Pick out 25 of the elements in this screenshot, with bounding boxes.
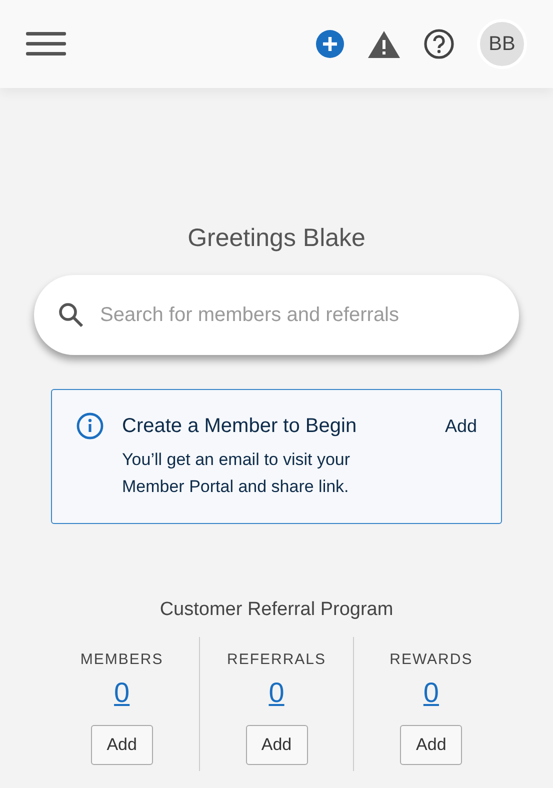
card-title: Create a Member to Begin	[122, 414, 358, 439]
stat-count-link[interactable]: 0	[114, 673, 130, 713]
alert-button[interactable]	[367, 29, 401, 59]
section-title: Customer Referral Program	[158, 598, 394, 622]
search-icon	[58, 302, 84, 328]
stat-label: REWARDS	[390, 650, 473, 670]
add-button[interactable]: Add	[400, 725, 462, 765]
avatar-button[interactable]: BB	[477, 19, 527, 69]
warning-icon	[367, 29, 401, 59]
greeting: Greetings Blake	[186, 223, 366, 253]
help-button[interactable]	[423, 28, 455, 60]
add-button[interactable]: Add	[90, 725, 153, 765]
add-button[interactable]	[315, 29, 345, 59]
stat-count-link[interactable]: 0	[268, 673, 284, 713]
stat-count-link[interactable]: 0	[423, 673, 439, 713]
info-icon	[76, 412, 104, 440]
help-icon	[423, 28, 455, 60]
stat-label: MEMBERS	[80, 650, 164, 670]
stat-label: REFERRALS	[226, 650, 326, 670]
plus-circle-icon	[315, 29, 345, 59]
search-field[interactable]: Search for members and referrals	[34, 275, 519, 355]
card-message: You’ll get an email to visit your Member Portal and share link.	[122, 449, 352, 498]
add-link[interactable]: Add	[444, 412, 477, 440]
add-button[interactable]: Add	[246, 725, 308, 765]
menu-icon	[26, 30, 66, 58]
